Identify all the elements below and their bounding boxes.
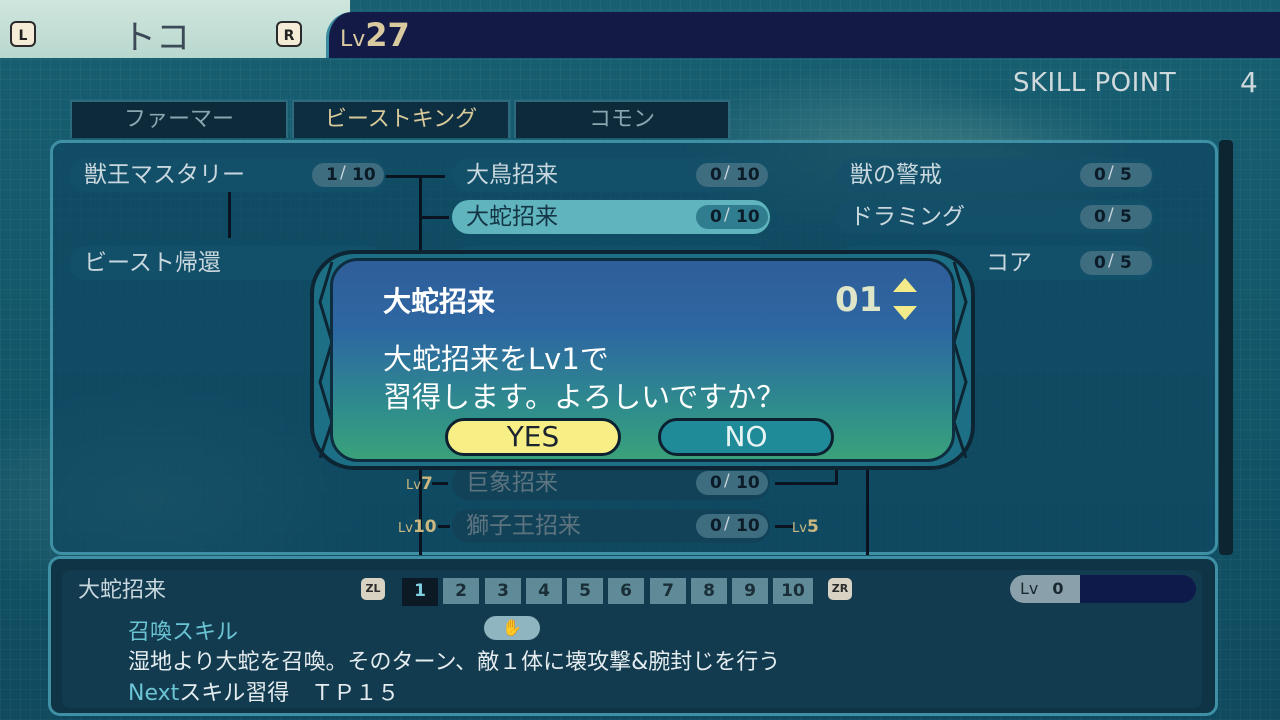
requirement-lv7: Lv7 xyxy=(406,474,433,494)
skill-giant-elephant-summon[interactable]: 巨象招来 0/10 xyxy=(452,466,770,500)
skill-beast-mastery[interactable]: 獣王マスタリー 1/10 xyxy=(70,158,386,192)
skill-name: 大蛇招来 xyxy=(466,204,558,230)
level-header xyxy=(326,12,1280,58)
tree-connector xyxy=(775,525,793,528)
level-value: 27 xyxy=(365,16,410,54)
requirement-lv10: Lv10 xyxy=(398,517,437,537)
dialog-quantity: 01 xyxy=(835,280,883,320)
skill-level-current: 1 xyxy=(326,165,338,185)
skill-level-pill: 0/10 xyxy=(696,514,768,538)
skill-level-current: 0 xyxy=(1094,165,1106,185)
skill-point-value: 4 xyxy=(1240,66,1258,99)
skill-level-current: 0 xyxy=(1094,207,1106,227)
skill-level-max: 10 xyxy=(736,516,760,536)
skill-great-serpent-summon[interactable]: 大蛇招来 0/10 xyxy=(452,200,770,234)
tree-connector xyxy=(228,192,231,238)
skill-beast-alert[interactable]: 獣の警戒 0/5 xyxy=(836,158,1154,192)
level-tab-2[interactable]: 2 xyxy=(443,578,479,604)
requirement-lv5: Lv5 xyxy=(792,517,819,537)
character-name: トコ xyxy=(122,18,190,58)
skill-name: 大鳥招来 xyxy=(466,162,558,188)
level-tab-3[interactable]: 3 xyxy=(485,578,521,604)
skill-name: 獅子王招来 xyxy=(466,513,581,539)
hand-icon: ✋ xyxy=(484,616,540,640)
skill-level-current: 0 xyxy=(710,516,722,536)
skill-name: ドラミング xyxy=(850,204,965,230)
level-tab-7[interactable]: 7 xyxy=(650,578,686,604)
r-button-icon[interactable]: R xyxy=(276,21,302,47)
skill-level-current: 0 xyxy=(710,207,722,227)
tab-beast-king[interactable]: ビーストキング xyxy=(292,100,510,138)
next-label: Next xyxy=(128,681,180,706)
zl-button-icon[interactable]: ZL xyxy=(361,578,385,600)
skill-lion-king-summon[interactable]: 獅子王招来 0/10 xyxy=(452,509,770,543)
skill-level-max: 10 xyxy=(736,207,760,227)
detail-skill-name: 大蛇招来 xyxy=(78,578,167,603)
skill-name: 獣王マスタリー xyxy=(84,162,245,188)
skill-level-max: 10 xyxy=(736,165,760,185)
skill-level-pill: 0/10 xyxy=(696,471,768,495)
level-tab-6[interactable]: 6 xyxy=(608,578,644,604)
skill-point-label: SKILL POINT xyxy=(1013,68,1177,98)
skill-level-pill: 0/10 xyxy=(696,205,768,229)
decrease-arrow-icon[interactable] xyxy=(893,306,917,320)
tab-common[interactable]: コモン xyxy=(514,100,730,138)
level-tab-9[interactable]: 9 xyxy=(732,578,768,604)
skill-level-max: 5 xyxy=(1120,207,1132,227)
skill-level-pill: 0/5 xyxy=(1080,163,1152,187)
scrollbar[interactable] xyxy=(1219,140,1233,555)
skill-level-pill: 0/10 xyxy=(696,163,768,187)
skill-level-pill: 0/5 xyxy=(1080,251,1152,275)
level-label: Lv xyxy=(340,27,366,52)
tree-connector xyxy=(438,525,450,528)
level-tab-8[interactable]: 8 xyxy=(691,578,727,604)
next-requirement: Nextスキル習得 ＴＰ１５ xyxy=(128,675,399,707)
skill-level-max: 10 xyxy=(352,165,376,185)
skill-level-pill: 0/5 xyxy=(1080,205,1152,229)
skill-level-current: 0 xyxy=(710,165,722,185)
skill-type: 召喚スキル xyxy=(128,620,239,645)
dialog-message: 大蛇招来をLv1で 習得します。よろしいですか？ xyxy=(383,342,786,414)
skill-great-bird-summon[interactable]: 大鳥招来 0/10 xyxy=(452,158,770,192)
tree-connector xyxy=(432,482,448,485)
skill-level-gauge-label: Lv 0 xyxy=(1010,575,1080,603)
skill-name: 獣の警戒 xyxy=(850,162,942,188)
zr-button-icon[interactable]: ZR xyxy=(828,578,852,600)
skill-level-gauge: Lv 0 xyxy=(1010,575,1196,603)
yes-button[interactable]: YES xyxy=(445,418,621,456)
skill-name: コア xyxy=(986,250,1032,276)
skill-description: 湿地より大蛇を召喚。そのターン、敵１体に壊攻撃&腕封じを行う xyxy=(128,650,781,675)
level-tab-4[interactable]: 4 xyxy=(526,578,562,604)
tree-connector xyxy=(775,482,835,485)
tree-connector xyxy=(419,216,449,219)
level-tab-5[interactable]: 5 xyxy=(567,578,603,604)
increase-arrow-icon[interactable] xyxy=(893,278,917,292)
no-button[interactable]: NO xyxy=(658,418,834,456)
l-button-icon[interactable]: L xyxy=(10,21,36,47)
skill-name: ビースト帰還 xyxy=(84,250,221,276)
dialog-title: 大蛇招来 xyxy=(383,285,496,318)
tree-connector xyxy=(385,175,445,178)
skill-drumming[interactable]: ドラミング 0/5 xyxy=(836,200,1154,234)
tree-connector xyxy=(866,470,869,555)
skill-name: 巨象招来 xyxy=(466,470,558,496)
character-level: Lv27 xyxy=(340,16,410,54)
skill-level-current: 0 xyxy=(1094,253,1106,273)
level-tab-10[interactable]: 10 xyxy=(773,578,813,604)
skill-level-max: 10 xyxy=(736,473,760,493)
next-text: スキル習得 ＴＰ１５ xyxy=(179,681,400,706)
skill-level-current: 0 xyxy=(710,473,722,493)
level-tab-1[interactable]: 1 xyxy=(402,578,438,606)
tab-farmer[interactable]: ファーマー xyxy=(70,100,288,138)
skill-level-pill: 1/10 xyxy=(312,163,384,187)
skill-level-max: 5 xyxy=(1120,253,1132,273)
skill-level-max: 5 xyxy=(1120,165,1132,185)
